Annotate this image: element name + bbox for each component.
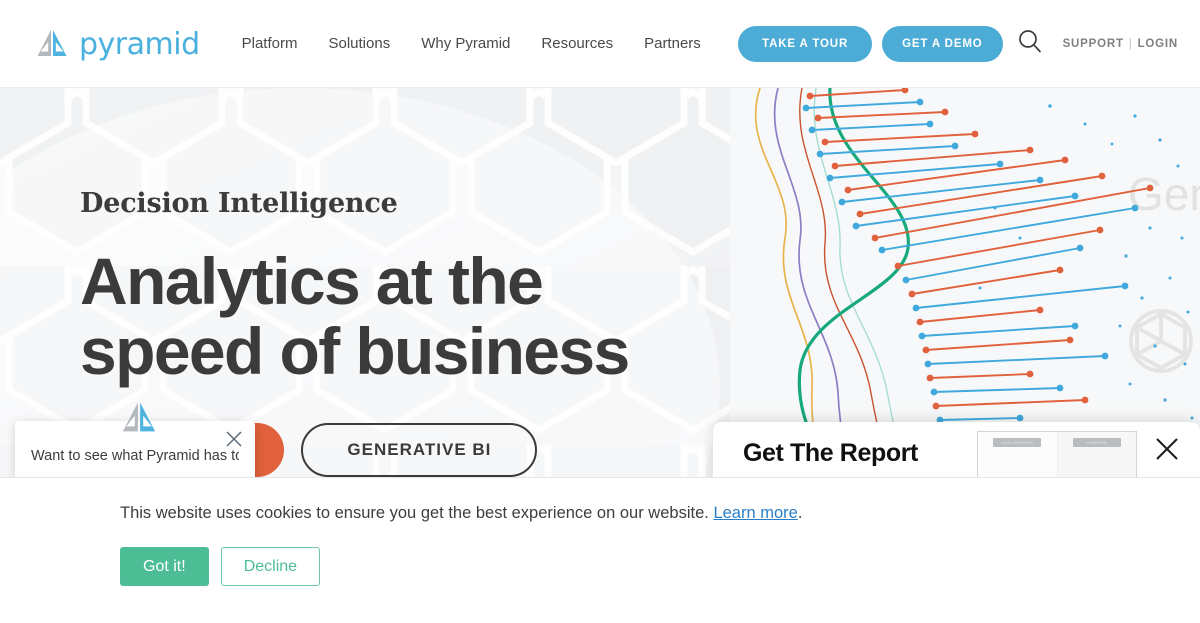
- chat-close-icon[interactable]: [225, 430, 243, 448]
- nav-item-resources[interactable]: Resources: [541, 35, 613, 52]
- get-a-demo-button[interactable]: GET A DEMO: [882, 25, 1003, 62]
- cookie-banner-text: This website uses cookies to ensure you …: [120, 504, 802, 523]
- hero-title-line-1: Analytics at the: [80, 244, 544, 318]
- cookie-banner-actions: Got it! Decline: [120, 547, 321, 586]
- cookie-consent-banner: This website uses cookies to ensure you …: [0, 477, 1200, 623]
- support-login-separator: |: [1128, 37, 1133, 50]
- chat-message: Want to see what Pyramid has to: [31, 448, 239, 464]
- hero-generative-bi-button[interactable]: GENERATIVE BI: [301, 422, 538, 477]
- hero-eyebrow: Decision Intelligence: [80, 188, 398, 219]
- learn-more-link[interactable]: Learn more: [713, 504, 797, 522]
- nav-item-why-pyramid[interactable]: Why Pyramid: [421, 35, 510, 52]
- take-a-tour-button[interactable]: TAKE A TOUR: [738, 25, 873, 62]
- thumbnail-label-right: LEADERS: [1072, 438, 1121, 447]
- accept-cookies-button[interactable]: Got it!: [120, 547, 209, 586]
- chat-widget[interactable]: Want to see what Pyramid has to: [15, 402, 255, 485]
- support-login-links: SUPPORT | LOGIN: [1063, 38, 1178, 50]
- support-link[interactable]: SUPPORT: [1063, 38, 1124, 50]
- report-close-icon[interactable]: [1154, 436, 1180, 462]
- report-modal-title: Get The Report: [743, 439, 918, 467]
- search-icon[interactable]: [1017, 28, 1043, 59]
- header-actions: TAKE A TOUR GET A DEMO SUPPORT | LOGIN: [738, 25, 1178, 62]
- nav-item-solutions[interactable]: Solutions: [328, 35, 390, 52]
- login-link[interactable]: LOGIN: [1138, 38, 1178, 50]
- report-thumbnail: CHALLENGERS LEADERS: [977, 431, 1137, 483]
- nav-item-platform[interactable]: Platform: [242, 35, 298, 52]
- thumbnail-panel-right: LEADERS: [1057, 432, 1136, 482]
- page-title: Analytics at the speed of business: [80, 244, 630, 388]
- nav-item-partners[interactable]: Partners: [644, 35, 701, 52]
- thumbnail-label-left: CHALLENGERS: [993, 438, 1042, 447]
- logo-wordmark: pyramid: [79, 27, 200, 62]
- hero-title-line-2: speed of business: [80, 313, 630, 388]
- get-the-report-modal: Get The Report CHALLENGERS LEADERS: [713, 422, 1200, 484]
- pyramid-logo-icon: [119, 401, 159, 440]
- site-logo[interactable]: pyramid: [34, 26, 200, 62]
- cookie-text-period: .: [797, 504, 803, 522]
- decline-cookies-button[interactable]: Decline: [220, 547, 321, 586]
- main-navigation: Platform Solutions Why Pyramid Resources…: [242, 35, 701, 52]
- gemini-watermark-text: Gem: [1128, 168, 1200, 220]
- thumbnail-panel-left: CHALLENGERS: [978, 432, 1058, 482]
- pyramid-logo-icon: [34, 29, 70, 59]
- site-header: pyramid Platform Solutions Why Pyramid R…: [0, 0, 1200, 88]
- cookie-text-body: This website uses cookies to ensure you …: [120, 504, 709, 522]
